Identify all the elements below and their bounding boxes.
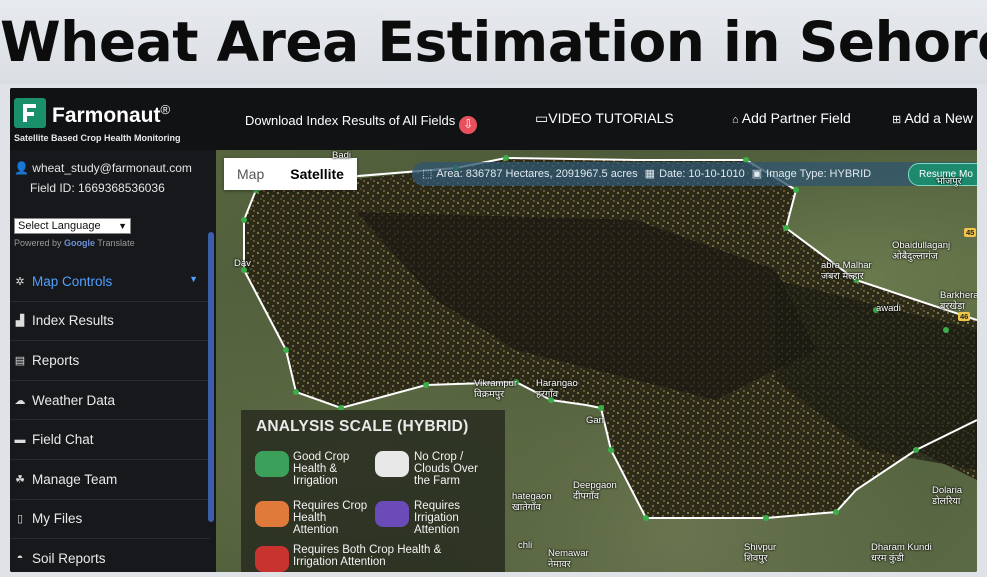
chevron-down-icon: ▼ [189,274,198,284]
place-label: abra Malhar जबरा मल्हार [821,260,872,282]
legend-title: ANALYSIS SCALE (HYBRID) [256,418,469,435]
place-label: Dav [234,258,251,269]
soil-icon: ◓ [16,552,24,565]
date-value: Date: 10-10-1010 [659,168,745,180]
highway-shield: 46 [958,312,971,321]
sidebar-menu: ✲ Map Controls ▼ ▟ Index Results ▤ Repor… [10,262,210,572]
language-select[interactable]: Select Language ▼ [14,218,131,234]
top-bar: Farmonaut® Satellite Based Crop Health M… [10,88,977,150]
legend-swatch-no-crop [375,451,409,477]
sidebar-item-field-chat[interactable]: ▬ Field Chat [10,420,210,460]
document-icon: ▤ [14,354,26,367]
analysis-scale-legend: ANALYSIS SCALE (HYBRID) Good Crop Health… [241,410,505,572]
sidebar-item-weather-data[interactable]: ☁ Weather Data [10,381,210,421]
chart-icon: ▟ [15,315,25,328]
legend-label-irrigation: Requires Irrigation Attention [414,500,461,536]
place-label: Vikrampur विक्रमपुर [474,378,518,400]
add-new-link[interactable]: ⊞ Add a New [892,110,973,126]
download-icon: ⇩ [459,116,478,134]
legend-swatch-both [255,546,289,572]
gear-icon: ✲ [15,275,25,288]
file-icon: ▯ [16,513,24,526]
sidebar-item-index-results[interactable]: ▟ Index Results [10,302,210,342]
sidebar-item-manage-team[interactable]: ☘ Manage Team [10,460,210,500]
sidebar-scrollbar[interactable] [208,232,214,522]
legend-label-crop-health: Requires Crop Health Attention [293,500,368,536]
chevron-down-icon: ▼ [118,221,127,231]
image-type-value: Image Type: HYBRID [766,168,872,180]
field-info-bar: ⬚ Area: 836787 Hectares, 2091967.5 acres … [412,162,977,186]
place-label: Dharam Kundi धरम कुंडी [871,542,932,564]
place-label: Obaidullaganj ओबैदुल्लागंज [892,240,951,262]
place-label: Badi [332,150,352,161]
cloud-icon: ☁ [14,394,26,407]
place-label: Shivpur शिवपुर [744,542,777,564]
area-icon: ⬚ [422,168,433,180]
chat-icon: ▬ [14,433,26,446]
add-field-icon: ⊞ [892,114,902,126]
legend-label-good: Good Crop Health & Irrigation [293,451,350,487]
app-window: Farmonaut® Satellite Based Crop Health M… [10,88,977,572]
place-label: भोजपुर [936,176,962,187]
map-type-toggle: Map Satellite [224,158,357,190]
legend-label-no-crop: No Crop / Clouds Over the Farm [414,451,478,487]
sidebar-item-map-controls[interactable]: ✲ Map Controls ▼ [10,262,210,302]
sidebar-item-reports[interactable]: ▤ Reports [10,341,210,381]
map-view-button[interactable]: Map [224,158,277,190]
place-label: hategaon खातेगाँव [512,491,552,513]
account-info: 👤 wheat_study@farmonaut.com Field ID: 16… [14,158,192,198]
legend-swatch-irrigation [375,501,409,527]
place-label: Gan [586,415,604,426]
place-label: Dolaria डोलरिया [932,485,963,507]
add-partner-field-link[interactable]: ⌂ Add Partner Field [732,110,851,126]
sidebar-item-my-files[interactable]: ▯ My Files [10,500,210,540]
user-icon: 👤 [14,161,29,175]
area-value: Area: 836787 Hectares, 2091967.5 acres [436,168,638,180]
farmonaut-logo-icon[interactable] [14,98,46,128]
lock-icon: ⌂ [732,114,739,126]
sidebar-item-soil-reports[interactable]: ◓ Soil Reports [10,539,210,572]
calendar-icon: ▦ [644,168,656,180]
place-label: Harangao हरगाँव [536,378,578,400]
legend-swatch-good [255,451,289,477]
place-label: Nemawar नेमावर [548,548,589,570]
image-icon: ▣ [751,168,763,180]
place-label: awadi [876,303,901,314]
place-label: Barkhera बरखेड़ा [940,290,977,312]
download-index-results-button[interactable]: Download Index Results of All Fields ⇩ [245,113,478,134]
powered-by-google-translate[interactable]: Powered by Google Translate [14,238,135,248]
sidebar: 👤 wheat_study@farmonaut.com Field ID: 16… [10,150,216,572]
account-email: wheat_study@farmonaut.com [32,161,192,175]
satellite-view-button[interactable]: Satellite [277,158,357,190]
page-headline: Wheat Area Estimation in Sehore [0,0,987,84]
video-camera-icon: ▭ [535,110,549,126]
team-icon: ☘ [15,473,25,486]
brand-tagline: Satellite Based Crop Health Monitoring [14,133,181,143]
legend-label-both: Requires Both Crop Health & Irrigation A… [293,544,442,568]
highway-shield: 45 [964,228,977,237]
legend-swatch-crop-health [255,501,289,527]
place-label: chli [518,540,533,551]
video-tutorials-link[interactable]: ▭VIDEO TUTORIALS [535,110,674,127]
satellite-map[interactable]: Map Satellite ⬚ Area: 836787 Hectares, 20… [216,150,977,572]
place-label: Deepgaon दीपगाँव [573,480,617,502]
field-id: Field ID: 1669368536036 [30,181,165,195]
brand-name[interactable]: Farmonaut® [52,102,170,128]
